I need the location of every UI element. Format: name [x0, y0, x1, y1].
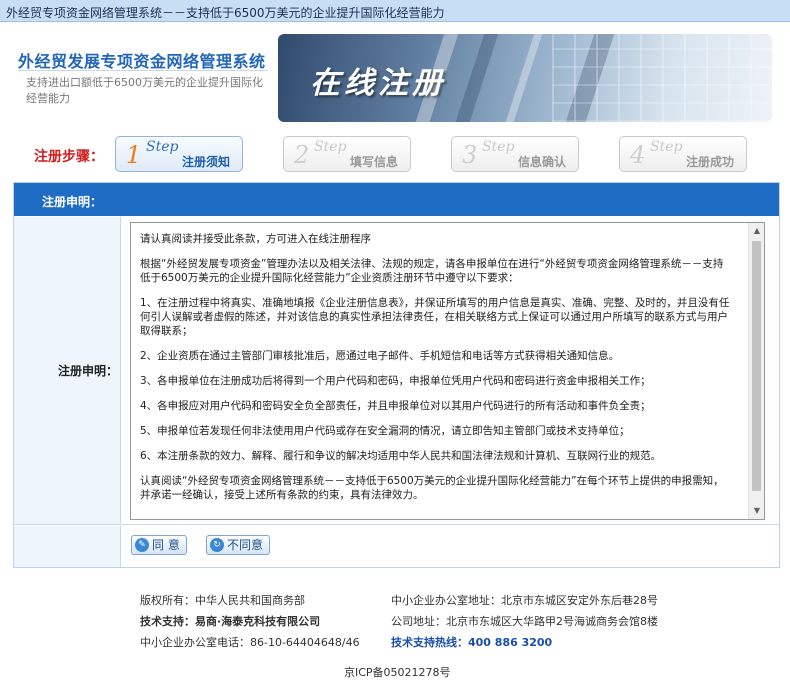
step-1-registration-notice: 1 Step 注册须知 — [115, 136, 243, 172]
agreement-paragraph: 5、申报单位若发现任何非法使用用户代码或存在安全漏洞的情况，请立即告知主管部门或… — [140, 425, 630, 437]
scroll-up-arrow-icon[interactable]: ▲ — [749, 223, 764, 239]
step-name: 注册成功 — [686, 155, 735, 169]
agreement-paragraph: 根据“外经贸发展专项资金”管理办法以及相关法律、法规的规定，请各申报单位在进行“… — [140, 258, 724, 284]
page-footer: 版权所有：中华人民共和国商务部 中小企业办公室地址：北京市东城区安定外东后巷28… — [0, 580, 790, 698]
agreement-textarea[interactable]: 请认真阅读并接受此条款，方可进入在线注册程序 根据“外经贸发展专项资金”管理办法… — [130, 222, 765, 520]
step-name: 注册须知 — [182, 155, 231, 169]
step-word: Step — [650, 139, 683, 155]
step-2-fill-info: 2 Step 填写信息 — [283, 136, 411, 172]
pencil-icon: ✎ — [135, 538, 149, 552]
registration-declaration-panel: 注册申明： 注册申明： 请认真阅读并接受此条款，方可进入在线注册程序 根据“外经… — [13, 182, 780, 568]
step-name: 填写信息 — [350, 155, 399, 169]
site-title: 外经贸发展专项资金网络管理系统 — [18, 52, 266, 71]
banner-title: 在线注册 — [310, 66, 446, 101]
step-word: Step — [146, 139, 179, 155]
support-hotline-text: 技术支持热线：400 886 3200 — [391, 636, 553, 649]
agreement-scrollbar[interactable]: ▲ ▼ — [748, 223, 764, 519]
steps-label: 注册步骤： — [34, 149, 104, 165]
tech-support-text: 技术支持：易商·海泰克科技有限公司 — [140, 615, 321, 628]
row-label: 注册申明： — [58, 364, 119, 378]
disagree-button-label: 不同意 — [227, 538, 264, 552]
title-divider — [18, 70, 268, 71]
refresh-icon: ↻ — [210, 538, 224, 552]
header-banner-image: 在线注册 — [278, 34, 772, 122]
panel-header: 注册申明： — [14, 183, 779, 216]
agreement-paragraph: 4、各申报应对用户代码和密码安全负全部责任，并且申报单位对以其用户代码进行的所有… — [140, 400, 651, 412]
agree-button[interactable]: ✎ 同 意 — [131, 535, 187, 555]
copyright-text: 版权所有：中华人民共和国商务部 — [140, 594, 305, 607]
step-word: Step — [314, 139, 347, 155]
step-number: 3 — [462, 141, 478, 169]
agree-button-label: 同 意 — [152, 538, 180, 552]
top-title-bar: 外经贸专项资金网络管理系统－－支持低于6500万美元的企业提升国际化经营能力 — [0, 0, 790, 22]
agreement-text: 请认真阅读并接受此条款，方可进入在线注册程序 根据“外经贸发展专项资金”管理办法… — [140, 232, 730, 513]
agreement-paragraph: 6、本注册条款的效力、解释、履行和争议的解决均适用中华人民共和国法律法规和计算机… — [140, 450, 662, 462]
agreement-paragraph: 请认真阅读并接受此条款，方可进入在线注册程序 — [140, 233, 371, 245]
row-label-cell: 注册申明： — [14, 217, 121, 525]
step-4-registration-success: 4 Step 注册成功 — [619, 136, 747, 172]
step-number: 1 — [126, 141, 142, 169]
agreement-paragraph: 1、在注册过程中将真实、准确地填报《企业注册信息表》，并保证所填写的用户信息是真… — [140, 297, 730, 337]
disagree-button[interactable]: ↻ 不同意 — [206, 535, 271, 555]
site-subtitle: 支持进出口额低于6500万美元的企业提升国际化经营能力 — [26, 76, 263, 105]
step-name: 信息确认 — [518, 155, 567, 169]
registration-steps: 注册步骤： 1 Step 注册须知 2 Step 填写信息 3 Step 信息确… — [0, 132, 790, 174]
button-row-label-cell — [14, 526, 121, 567]
agreement-paragraph: 3、各申报单位在注册成功后将得到一个用户代码和密码，申报单位凭用户代码和密码进行… — [140, 375, 651, 387]
company-address-text: 公司地址：北京市东城区大华路甲2号海诚商务会馆8楼 — [391, 615, 658, 628]
agreement-paragraph: 2、企业资质在通过主管部门审核批准后，愿通过电子邮件、手机短信和电话等方式获得相… — [140, 350, 620, 362]
top-title-text: 外经贸专项资金网络管理系统－－支持低于6500万美元的企业提升国际化经营能力 — [6, 6, 445, 20]
scroll-down-arrow-icon[interactable]: ▼ — [749, 503, 764, 519]
step-number: 2 — [294, 141, 310, 169]
agreement-paragraph: 认真阅读“外经贸专项资金网络管理系统－－支持低于6500万美元的企业提升国际化经… — [140, 475, 724, 501]
step-word: Step — [482, 139, 515, 155]
site-header: 外经贸发展专项资金网络管理系统 支持进出口额低于6500万美元的企业提升国际化经… — [0, 22, 790, 127]
office-address-text: 中小企业办公室地址：北京市东城区安定外东后巷28号 — [391, 594, 658, 607]
agreement-cell: 请认真阅读并接受此条款，方可进入在线注册程序 根据“外经贸发展专项资金”管理办法… — [122, 217, 779, 525]
scrollbar-thumb[interactable] — [752, 241, 761, 491]
icp-license-text: 京ICP备05021278号 — [344, 666, 451, 679]
panel-header-title: 注册申明： — [42, 195, 103, 209]
step-number: 4 — [630, 141, 646, 169]
office-phone-text: 中小企业办公室电话：86-10-64404648/46 — [140, 636, 360, 649]
step-3-confirm-info: 3 Step 信息确认 — [451, 136, 579, 172]
